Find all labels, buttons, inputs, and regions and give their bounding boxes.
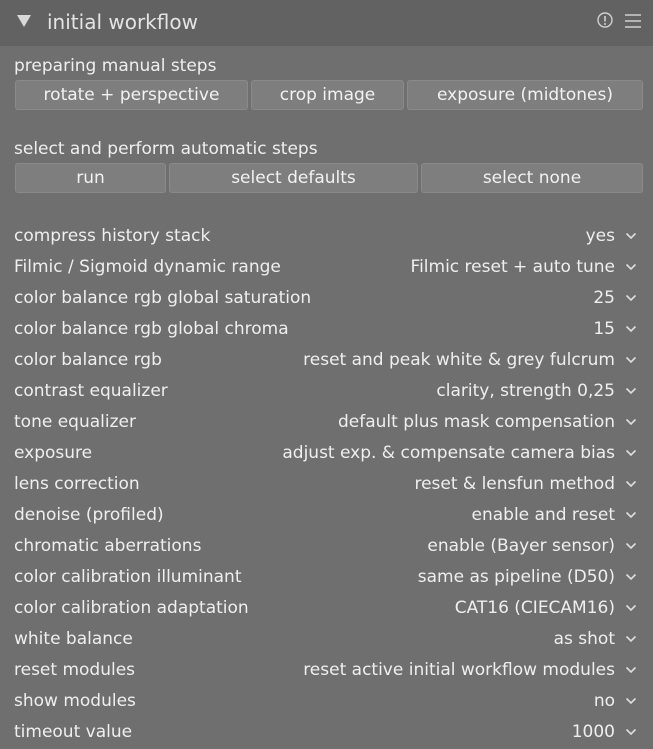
chevron-down-icon[interactable] (625, 386, 637, 396)
setting-label: exposure (14, 443, 93, 463)
setting-label: white balance (14, 629, 133, 649)
setting-label: color balance rgb global chroma (14, 319, 289, 339)
setting-value[interactable]: default plus mask compensation (338, 411, 615, 433)
setting-value[interactable]: same as pipeline (D50) (418, 566, 615, 588)
setting-value[interactable]: 15 (593, 318, 615, 340)
setting-row[interactable]: tone equalizer default plus mask compensa… (14, 408, 640, 436)
chevron-down-icon[interactable] (625, 510, 637, 520)
setting-label: reset modules (14, 660, 136, 680)
chevron-down-icon[interactable] (625, 572, 637, 582)
run-button[interactable]: run (15, 163, 166, 193)
setting-row[interactable]: timeout value 1000 (14, 718, 640, 746)
reset-icon[interactable] (597, 12, 613, 28)
setting-label: color calibration adaptation (14, 598, 249, 618)
setting-row[interactable]: compress history stack yes (14, 222, 640, 250)
chevron-down-icon[interactable] (625, 324, 637, 334)
setting-value[interactable]: no (594, 690, 615, 712)
setting-label: show modules (14, 691, 136, 711)
setting-value[interactable]: enable (Bayer sensor) (427, 535, 615, 557)
setting-value[interactable]: clarity, strength 0,25 (436, 380, 615, 402)
setting-value[interactable]: CAT16 (CIECAM16) (455, 597, 615, 619)
setting-label: timeout value (14, 722, 133, 742)
rotate-perspective-button[interactable]: rotate + perspective (15, 80, 248, 110)
setting-value[interactable]: 25 (593, 287, 615, 309)
automatic-steps-label: select and perform automatic steps (14, 139, 318, 159)
chevron-down-icon[interactable] (625, 417, 637, 427)
setting-row[interactable]: chromatic aberrations enable (Bayer senso… (14, 532, 640, 560)
setting-label: compress history stack (14, 226, 211, 246)
chevron-down-icon[interactable] (625, 448, 637, 458)
setting-label: tone equalizer (14, 412, 136, 432)
chevron-down-icon[interactable] (625, 696, 637, 706)
setting-row[interactable]: color balance rgb global chroma 15 (14, 315, 640, 343)
initial-workflow-panel: initial workflow preparing manual steps … (0, 0, 653, 749)
module-header[interactable]: initial workflow (0, 0, 653, 46)
hamburger-menu-icon[interactable] (624, 13, 642, 29)
chevron-down-icon[interactable] (625, 727, 637, 737)
setting-label: lens correction (14, 474, 140, 494)
setting-row[interactable]: reset modules reset active initial workfl… (14, 656, 640, 684)
chevron-down-icon[interactable] (625, 541, 637, 551)
module-title: initial workflow (47, 10, 198, 34)
setting-row[interactable]: Filmic / Sigmoid dynamic range Filmic res… (14, 253, 640, 281)
setting-row[interactable]: color calibration adaptation CAT16 (CIECA… (14, 594, 640, 622)
setting-row[interactable]: color balance rgb reset and peak white & … (14, 346, 640, 374)
setting-row[interactable]: color calibration illuminant same as pipe… (14, 563, 640, 591)
crop-image-button[interactable]: crop image (251, 80, 404, 110)
setting-label: chromatic aberrations (14, 536, 202, 556)
exposure-midtones-button[interactable]: exposure (midtones) (407, 80, 643, 110)
setting-value[interactable]: enable and reset (472, 504, 615, 526)
setting-label: Filmic / Sigmoid dynamic range (14, 257, 281, 277)
manual-steps-label: preparing manual steps (14, 56, 217, 76)
chevron-down-icon[interactable] (625, 355, 637, 365)
setting-label: denoise (profiled) (14, 505, 164, 525)
setting-label: color balance rgb (14, 350, 162, 370)
chevron-down-icon[interactable] (625, 231, 637, 241)
setting-row[interactable]: denoise (profiled) enable and reset (14, 501, 640, 529)
setting-value[interactable]: yes (586, 225, 615, 247)
setting-value[interactable]: reset and peak white & grey fulcrum (303, 349, 615, 371)
select-none-button[interactable]: select none (421, 163, 643, 193)
collapse-triangle-icon[interactable] (17, 15, 31, 27)
setting-row[interactable]: contrast equalizer clarity, strength 0,25 (14, 377, 640, 405)
setting-row[interactable]: exposure adjust exp. & compensate camera … (14, 439, 640, 467)
chevron-down-icon[interactable] (625, 634, 637, 644)
select-defaults-button[interactable]: select defaults (169, 163, 418, 193)
setting-value[interactable]: adjust exp. & compensate camera bias (282, 442, 615, 464)
chevron-down-icon[interactable] (625, 665, 637, 675)
setting-row[interactable]: color balance rgb global saturation 25 (14, 284, 640, 312)
setting-label: color balance rgb global saturation (14, 288, 312, 308)
chevron-down-icon[interactable] (625, 262, 637, 272)
setting-value[interactable]: as shot (554, 628, 615, 650)
setting-label: color calibration illuminant (14, 567, 242, 587)
setting-row[interactable]: white balance as shot (14, 625, 640, 653)
setting-value[interactable]: reset & lensfun method (414, 473, 615, 495)
setting-label: contrast equalizer (14, 381, 168, 401)
setting-value[interactable]: Filmic reset + auto tune (411, 256, 615, 278)
setting-row[interactable]: show modules no (14, 687, 640, 715)
chevron-down-icon[interactable] (625, 603, 637, 613)
chevron-down-icon[interactable] (625, 293, 637, 303)
chevron-down-icon[interactable] (625, 479, 637, 489)
setting-value[interactable]: reset active initial workflow modules (303, 659, 615, 681)
setting-row[interactable]: lens correction reset & lensfun method (14, 470, 640, 498)
setting-value[interactable]: 1000 (572, 721, 615, 743)
